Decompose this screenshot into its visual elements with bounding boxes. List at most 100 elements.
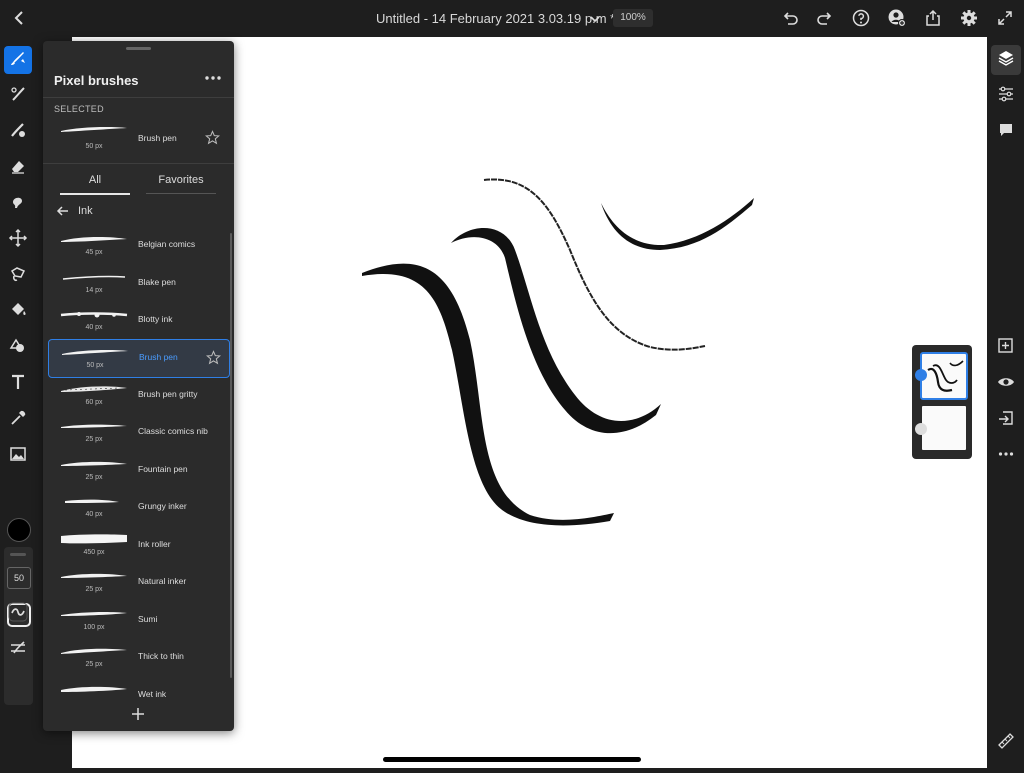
brush-size-label: 50 px [86,362,104,369]
list-item-selected[interactable]: 50 px Brush pen [48,339,230,378]
import-icon [997,409,1015,432]
brush-name: Brush pen gritty [138,389,198,399]
list-item[interactable]: 25 px Natural inker [48,564,228,601]
move-icon [8,228,28,253]
top-bar: Untitled - 14 February 2021 3.03.19 p.m … [0,0,1024,37]
lasso-tool-button[interactable] [4,262,32,290]
list-item[interactable]: 45 px Belgian comics [48,227,228,264]
list-item[interactable]: 40 px Blotty ink [48,302,228,339]
eyedropper-icon [8,408,28,433]
layers-button[interactable] [991,45,1021,75]
right-toolbar [987,37,1024,768]
brush-settings-icon [8,638,28,663]
brush-stroke-preview [61,127,127,132]
list-item[interactable]: 100 px Sumi [48,602,228,639]
layer-thumbnail-selected[interactable] [920,352,968,400]
list-item[interactable]: 60 px Brush pen gritty [48,377,228,414]
import-button[interactable] [994,408,1018,432]
invite-icon[interactable] [887,8,907,28]
brush-name: Thick to thin [138,651,184,661]
list-item[interactable]: 14 px Blake pen [48,265,228,302]
move-tool-button[interactable] [4,226,32,254]
fill-brush-icon [8,120,28,145]
brush-list: 45 px Belgian comics 14 px Blake pen 40 … [43,227,234,701]
brush-size-label: 100 px [83,624,105,631]
brush-size-label: 450 px [83,549,105,556]
smudge-tool-button[interactable] [4,190,32,218]
layer-preview [927,360,964,392]
adjustments-icon [997,85,1015,108]
section-label: SELECTED [54,104,104,114]
shapes-tool-button[interactable] [4,334,32,362]
brush-icon [8,48,28,73]
text-tool-button[interactable] [4,370,32,398]
undo-icon[interactable] [780,8,800,28]
plus-icon[interactable] [131,707,145,721]
back-icon[interactable] [10,8,30,28]
brush-size-label: 40 px [85,324,103,331]
list-item[interactable]: 25 px Thick to thin [48,639,228,676]
home-indicator [383,757,641,762]
brush-stroke-preview [61,424,127,428]
layer-thumbnail[interactable] [920,404,968,452]
list-item[interactable]: 40 px Grungy inker [48,489,228,526]
visibility-icon [997,373,1015,396]
shapes-icon [8,336,28,361]
brush-settings-button[interactable] [4,636,32,664]
more-options-icon[interactable] [203,70,223,86]
tab-all[interactable]: All [60,170,130,195]
brush-size-label: 25 px [85,661,103,668]
eraser-icon [8,156,28,181]
brush-name: Grungy inker [138,501,187,511]
smudge-icon [8,192,28,217]
fullscreen-icon[interactable] [995,8,1015,28]
document-title[interactable]: Untitled - 14 February 2021 3.03.19 p.m … [376,11,615,26]
brush-stroke-preview [61,236,127,242]
fill-brush-tool-button[interactable] [4,118,32,146]
visibility-button[interactable] [994,372,1018,396]
list-item[interactable]: 25 px Classic comics nib [48,414,228,451]
wave-icon [8,602,28,627]
image-tool-button[interactable] [4,442,32,470]
eyedropper-tool-button[interactable] [4,406,32,434]
share-icon[interactable] [923,8,943,28]
redo-icon[interactable] [815,8,835,28]
chevron-down-icon[interactable] [589,12,601,24]
panel-grip[interactable] [126,47,151,50]
comments-button[interactable] [994,120,1018,144]
list-item[interactable]: 25 px Fountain pen [48,452,228,489]
list-item[interactable]: Wet ink [48,677,228,701]
brush-tool-button[interactable] [4,46,32,74]
brush-size-label: 25 px [85,474,103,481]
color-swatch[interactable] [7,518,31,542]
arrow-left-icon [56,204,70,223]
help-icon[interactable] [851,8,871,28]
brush-size-input[interactable]: 50 [7,567,31,589]
layers-panel [912,345,972,459]
pixel-brush-tool-button[interactable] [4,82,32,110]
scrollbar[interactable] [230,233,232,678]
brush-smoothing-button[interactable] [4,600,32,628]
ruler-button[interactable] [994,731,1018,755]
paint-bucket-icon [8,300,28,325]
tab-favorites[interactable]: Favorites [146,170,216,194]
selected-brush[interactable]: 50 px Brush pen [43,117,234,159]
brush-name: Classic comics nib [138,426,208,436]
add-layer-button[interactable] [994,336,1018,360]
comments-icon [997,121,1015,144]
size-handle[interactable] [10,553,26,556]
more-button[interactable] [994,444,1018,468]
brush-stroke-preview [61,386,127,392]
star-icon[interactable] [204,130,221,145]
add-layer-icon [997,337,1015,360]
settings-icon[interactable] [959,8,979,28]
zoom-level[interactable]: 100% [613,9,653,27]
eraser-tool-button[interactable] [4,154,32,182]
adjustments-button[interactable] [994,84,1018,108]
brush-name: Brush pen [139,352,178,362]
star-icon[interactable] [205,350,222,365]
paint-bucket-tool-button[interactable] [4,298,32,326]
brush-size-label: 25 px [85,586,103,593]
list-item[interactable]: 450 px Ink roller [48,527,228,564]
brush-stroke-preview [61,648,127,654]
